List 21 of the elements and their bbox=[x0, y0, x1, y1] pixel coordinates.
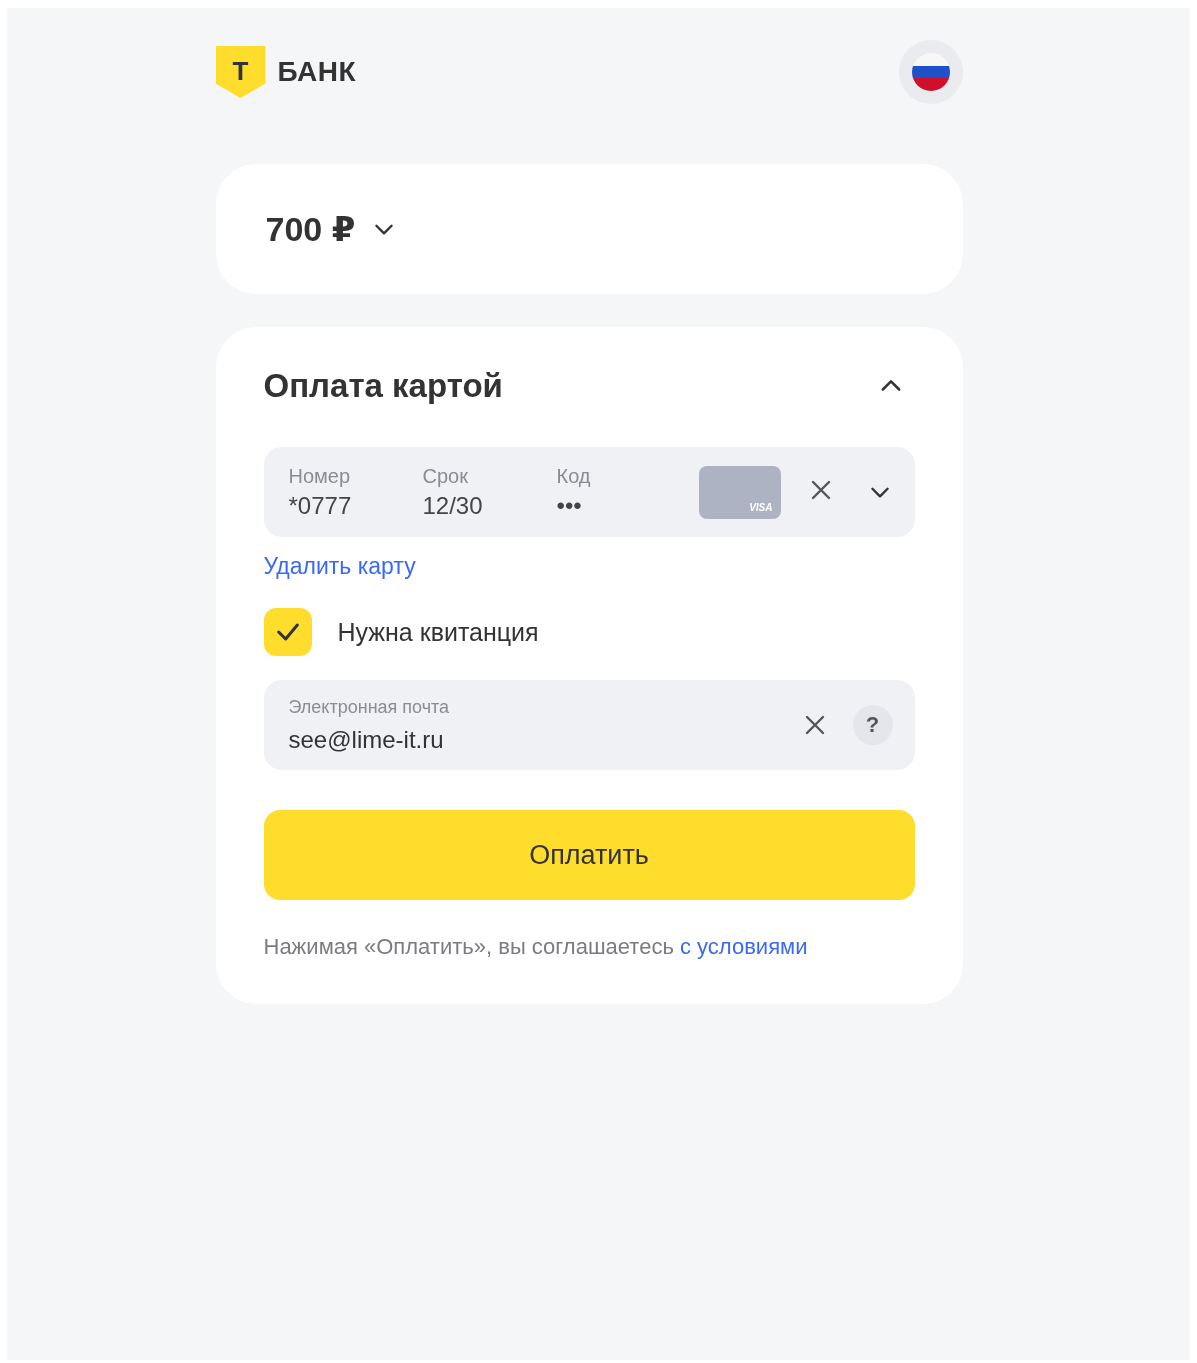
field-value: 12/30 bbox=[422, 491, 484, 520]
remove-card-link[interactable]: Удалить карту bbox=[263, 553, 416, 580]
card-field[interactable]: Номер *0777 Срок 12/30 Код ••• VISA bbox=[263, 447, 915, 537]
terms-text: Нажимая «Оплатить», вы соглашаетесь с условиями bbox=[263, 934, 809, 960]
logo-shield: Т bbox=[215, 46, 266, 98]
flag-icon bbox=[911, 53, 950, 91]
field-label: Код bbox=[556, 464, 592, 488]
receipt-label: Нужна квитанция bbox=[337, 617, 539, 647]
payment-title: Оплата картой bbox=[263, 367, 503, 405]
logo-text: БАНК bbox=[277, 56, 357, 88]
card-brand-badge: VISA bbox=[698, 465, 781, 519]
pay-button[interactable]: Оплатить bbox=[263, 810, 915, 900]
field-label: Срок bbox=[422, 464, 469, 488]
receipt-checkbox[interactable] bbox=[263, 608, 312, 656]
amount-value: 700 ₽ bbox=[265, 209, 356, 249]
email-field[interactable]: Электронная почта see@lime-it.ru ? bbox=[263, 680, 915, 770]
field-label: Номер bbox=[288, 464, 352, 488]
help-button[interactable]: ? bbox=[852, 705, 893, 745]
field-value: *0777 bbox=[288, 491, 353, 520]
terms-link[interactable]: с условиями bbox=[680, 934, 808, 959]
field-value: ••• bbox=[556, 491, 583, 520]
